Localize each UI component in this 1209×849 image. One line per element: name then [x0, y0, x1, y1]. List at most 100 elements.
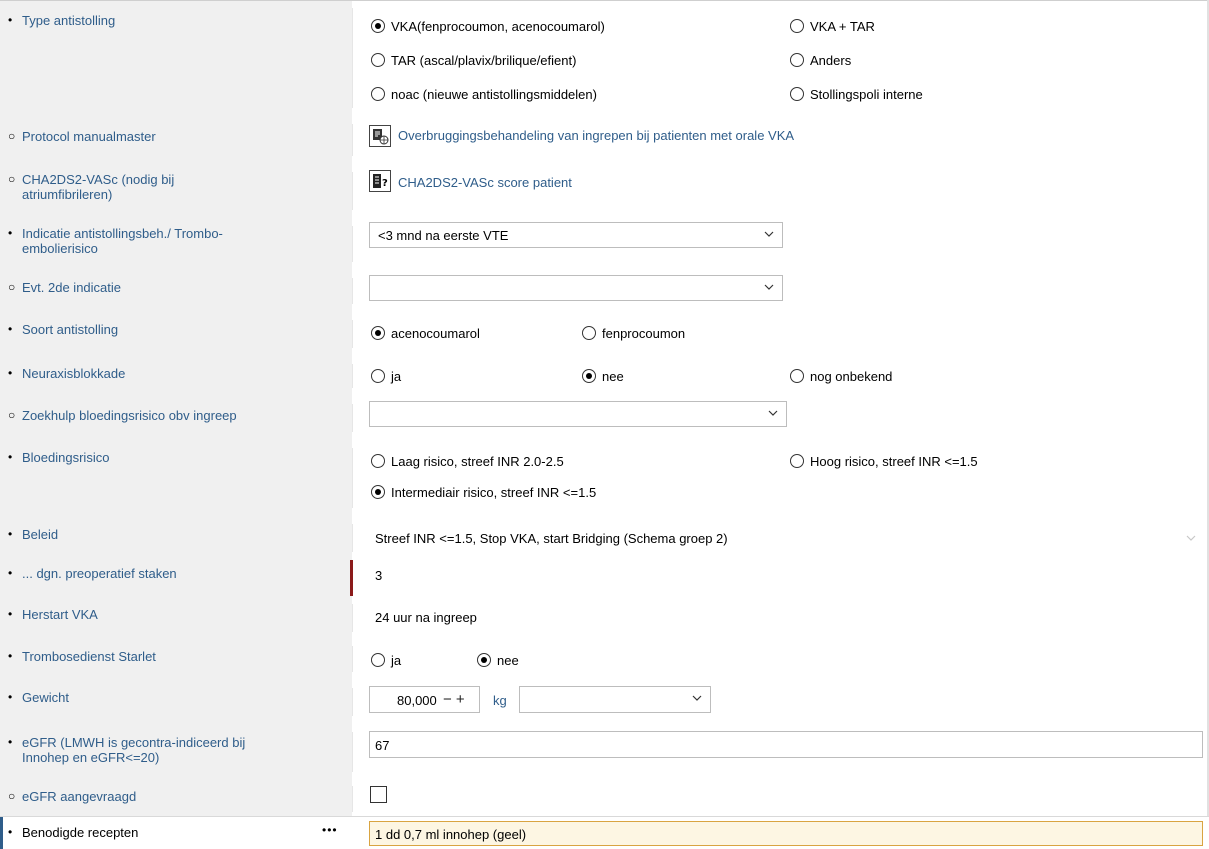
bullet: • — [8, 527, 13, 541]
field-label: Type antistolling — [22, 13, 116, 28]
more-options-icon[interactable]: ••• — [322, 823, 338, 837]
active-row-marker — [0, 817, 3, 849]
indicatie2-select[interactable] — [369, 275, 783, 301]
radio-label: ja — [391, 653, 402, 668]
row-egfr-aangevraagd: ○ eGFR aangevraagd — [0, 780, 1209, 816]
field-label: eGFR aangevraagd — [22, 789, 137, 804]
chevron-down-icon — [692, 695, 702, 701]
radio-intermediair-risico[interactable] — [371, 485, 385, 499]
radio-laag-risico[interactable] — [371, 454, 385, 468]
radio-tar[interactable] — [371, 53, 385, 67]
field-label: eGFR (LMWH is gecontra-indiceerd bij Inn… — [22, 735, 246, 765]
field-label: CHA2DS2-VASc (nodig bij atriumfibrileren… — [22, 172, 175, 202]
radio-label: ja — [391, 369, 402, 384]
row-recepten: • Benodigde recepten ••• 1 dd 0,7 ml inn… — [0, 816, 1209, 849]
field-label: Indicatie antistollingsbeh./ Trombo-embo… — [22, 226, 223, 256]
row-bloedingsrisico: • Bloedingsrisico Laag risico, streef IN… — [0, 440, 1209, 516]
row-type-antistolling: • Type antistolling VKA(fenprocoumon, ac… — [0, 0, 1209, 116]
radio-trombosedienst-ja[interactable] — [371, 653, 385, 667]
radio-vka-tar[interactable] — [790, 19, 804, 33]
bullet: ○ — [8, 408, 16, 422]
radio-label: TAR (ascal/plavix/brilique/efient) — [391, 53, 577, 68]
dgn-value: 3 — [375, 568, 383, 583]
row-gewicht: • Gewicht 80,000 − + kg — [0, 680, 1209, 724]
radio-trombosedienst-nee[interactable] — [477, 653, 491, 667]
radio-label: Hoog risico, streef INR <=1.5 — [810, 454, 978, 469]
bullet: • — [8, 690, 13, 704]
radio-anders[interactable] — [790, 53, 804, 67]
radio-label: fenprocoumon — [602, 326, 686, 341]
radio-label: Laag risico, streef INR 2.0-2.5 — [391, 454, 564, 469]
cha2ds2-link[interactable]: CHA2DS2-VASc score patient — [398, 175, 572, 190]
row-dgn-preoperatief: • ... dgn. preoperatief staken 3 — [0, 560, 1209, 598]
gewicht-input[interactable]: 80,000 − + — [369, 686, 480, 713]
separator — [352, 172, 353, 210]
separator — [352, 524, 353, 552]
bullet: • — [8, 322, 13, 336]
radio-acenocoumarol[interactable] — [371, 326, 385, 340]
row-neuraxis: • Neuraxisblokkade ja nee nog onbekend — [0, 356, 1209, 396]
chevron-down-icon — [764, 231, 774, 237]
field-label: Trombosedienst Starlet — [22, 649, 156, 664]
document-globe-icon[interactable] — [369, 125, 391, 147]
bullet: • — [8, 735, 13, 749]
row-trombosedienst: • Trombosedienst Starlet ja nee — [0, 638, 1209, 680]
field-label: Herstart VKA — [22, 607, 98, 622]
bullet: • — [8, 649, 13, 663]
radio-label: VKA + TAR — [810, 19, 875, 34]
beleid-value: Streef INR <=1.5, Stop VKA, start Bridgi… — [375, 531, 728, 546]
zoekhulp-select[interactable] — [369, 401, 787, 427]
field-label: Evt. 2de indicatie — [22, 280, 122, 295]
field-label: Neuraxisblokkade — [22, 366, 126, 381]
radio-noac[interactable] — [371, 87, 385, 101]
row-indicatie: • Indicatie antistollingsbeh./ Trombo-em… — [0, 218, 1209, 270]
field-label: Soort antistolling — [22, 322, 119, 337]
radio-vka[interactable] — [371, 19, 385, 33]
radio-neuraxis-nee[interactable] — [582, 369, 596, 383]
calculator-help-icon[interactable]: ? — [369, 170, 391, 192]
indicatie-select[interactable]: <3 mnd na eerste VTE — [369, 222, 783, 248]
chevron-down-icon — [764, 284, 774, 290]
svg-text:?: ? — [382, 178, 388, 189]
separator — [352, 732, 353, 772]
row-soort: • Soort antistolling acenocoumarol fenpr… — [0, 312, 1209, 356]
separator — [352, 278, 353, 304]
radio-fenprocoumon[interactable] — [582, 326, 596, 340]
chevron-down-icon[interactable] — [1186, 533, 1196, 543]
bullet: • — [8, 226, 13, 240]
quantity-stepper[interactable]: − + — [443, 691, 465, 708]
separator — [352, 646, 353, 672]
field-label: Zoekhulp bloedingsrisico obv ingreep — [22, 408, 237, 423]
bullet: • — [8, 566, 13, 580]
bullet: • — [8, 607, 13, 621]
egfr-aangevraagd-checkbox[interactable] — [370, 786, 387, 803]
radio-hoog-risico[interactable] — [790, 454, 804, 468]
recepten-input[interactable]: 1 dd 0,7 ml innohep (geel) — [369, 821, 1203, 846]
egfr-value: 67 — [375, 738, 390, 753]
separator — [352, 688, 353, 716]
gewicht-unit-select[interactable] — [519, 686, 711, 713]
radio-stollingspoli[interactable] — [790, 87, 804, 101]
separator — [352, 8, 353, 108]
separator — [352, 404, 353, 432]
egfr-input[interactable]: 67 — [369, 731, 1203, 758]
bullet: ○ — [8, 789, 16, 803]
row-protocol: ○ Protocol manualmaster Overbruggingsbeh… — [0, 116, 1209, 164]
radio-label: noac (nieuwe antistollingsmiddelen) — [391, 87, 597, 102]
herstart-value: 24 uur na ingreep — [375, 610, 477, 625]
radio-neuraxis-onbekend[interactable] — [790, 369, 804, 383]
field-label: Protocol manualmaster — [22, 129, 156, 144]
radio-label: Anders — [810, 53, 852, 68]
row-cha2ds2: ○ CHA2DS2-VASc (nodig bij atriumfibriler… — [0, 164, 1209, 218]
bullet: ○ — [8, 280, 16, 294]
protocol-link[interactable]: Overbruggingsbehandeling van ingrepen bi… — [398, 128, 794, 143]
bullet: ○ — [8, 129, 16, 143]
row-egfr: • eGFR (LMWH is gecontra-indiceerd bij I… — [0, 724, 1209, 780]
row-herstart: • Herstart VKA 24 uur na ingreep — [0, 598, 1209, 638]
gewicht-unit: kg — [493, 693, 507, 708]
field-label: Beleid — [22, 527, 59, 542]
radio-neuraxis-ja[interactable] — [371, 369, 385, 383]
separator — [352, 226, 353, 262]
gewicht-value: 80,000 — [397, 693, 437, 708]
row-indicatie2: ○ Evt. 2de indicatie — [0, 270, 1209, 312]
